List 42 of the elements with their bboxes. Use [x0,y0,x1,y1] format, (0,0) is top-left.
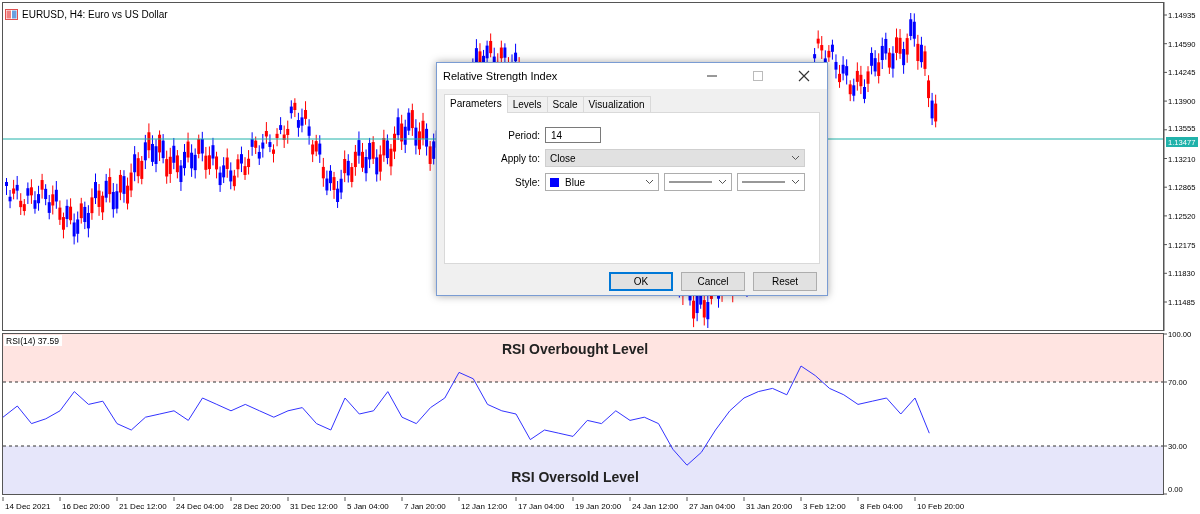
time-label: 8 Feb 04:00 [860,502,903,511]
time-label: 31 Jan 20:00 [746,502,793,511]
time-label: 14 Dec 2021 [5,502,51,511]
time-label: 28 Dec 20:00 [233,502,281,511]
time-label: 31 Dec 12:00 [290,502,338,511]
caret-icon [718,179,727,185]
line-width-icon [742,180,785,184]
overbought-label: RSI Overbought Level [501,341,649,357]
time-label: 24 Dec 04:00 [176,502,224,511]
time-label: 16 Dec 20:00 [62,502,110,511]
dialog-button[interactable]: OK [609,272,673,291]
line-width-dropdown[interactable] [737,173,805,191]
time-label: 3 Feb 12:00 [803,502,846,511]
field-label: Period: [507,129,540,141]
oversold-label: RSI Oversold Level [511,469,639,485]
tab[interactable]: Visualization [582,96,651,113]
dialog-button[interactable]: Cancel [681,272,745,291]
chart-icon [5,9,18,20]
apply-to-dropdown[interactable]: Close [545,149,805,167]
dialog-button[interactable]: Reset [753,272,817,291]
caret-icon [791,179,800,185]
caret-icon [791,155,800,161]
color-dropdown[interactable]: Blue [545,173,659,191]
chart-title: EURUSD, H4: Euro vs US Dollar [22,9,168,20]
field-label: Apply to: [500,152,540,164]
tab[interactable]: Parameters [444,94,508,113]
line-style-dropdown[interactable] [664,173,732,191]
period-field[interactable]: 14 [545,127,601,143]
time-label: 10 Feb 20:00 [917,502,965,511]
time-label: 21 Dec 12:00 [119,502,167,511]
time-label: 5 Jan 04:00 [347,502,389,511]
dialog-title: Relative Strength Index [443,70,559,82]
time-label: 17 Jan 04:00 [518,502,565,511]
time-label: 19 Jan 20:00 [575,502,622,511]
indicator-label: RSI(14) 37.59 [4,335,62,346]
caret-icon [645,179,654,185]
field-label: Style: [514,176,540,188]
time-label: 12 Jan 12:00 [461,502,508,511]
line-style-icon [669,180,712,184]
time-label: 27 Jan 04:00 [689,502,736,511]
time-label: 7 Jan 20:00 [404,502,446,511]
time-label: 24 Jan 12:00 [632,502,679,511]
